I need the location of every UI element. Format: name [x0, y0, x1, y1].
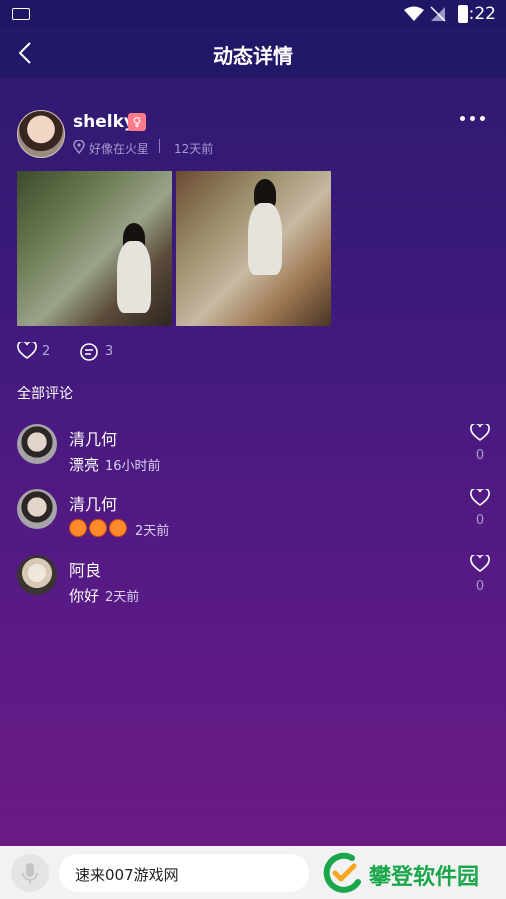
- comment-item: 清几何 2天前 0: [0, 489, 506, 549]
- location-text: 好像在火星: [89, 142, 150, 156]
- comment-input[interactable]: 速来007游戏网: [59, 854, 309, 892]
- meta-divider: [159, 139, 160, 153]
- heart-eyes-emoji-icon: [89, 519, 107, 537]
- heart-eyes-emoji-icon: [69, 519, 87, 537]
- comment-time: 2天前: [135, 524, 170, 539]
- commenter-avatar[interactable]: [17, 489, 57, 529]
- like-count: 2: [42, 344, 51, 359]
- status-time: 2:22: [457, 4, 496, 24]
- microphone-icon: [22, 863, 38, 884]
- more-dot-icon: [470, 116, 475, 121]
- comment-item: 清几何 漂亮 16小时前 0: [0, 424, 506, 484]
- comment-like-count: 0: [475, 448, 485, 463]
- comment-like-count: 0: [475, 579, 485, 594]
- comment-like-button[interactable]: [470, 555, 490, 573]
- keyboard-icon: [12, 8, 30, 20]
- watermark-logo-icon: [323, 852, 361, 893]
- post-photo-1[interactable]: [17, 171, 172, 326]
- commenter-name[interactable]: 清几何: [69, 491, 117, 515]
- comment-like-count: 0: [475, 513, 485, 528]
- location-pin-icon: [73, 140, 85, 154]
- commenter-avatar[interactable]: [17, 555, 57, 595]
- comment-text: 你好 2天前: [69, 585, 139, 606]
- comments-section-title: 全部评论: [17, 386, 73, 402]
- comment-input-bar: 速来007游戏网 攀登软件园: [0, 846, 506, 899]
- comment-like-button[interactable]: [470, 489, 490, 507]
- comment-content: 你好: [69, 587, 100, 605]
- heart-eyes-emoji-icon: [109, 519, 127, 537]
- comment-content: 漂亮: [69, 456, 100, 474]
- wifi-icon: [404, 6, 424, 21]
- comment-input-value: 速来007游戏网: [75, 866, 179, 884]
- more-dot-icon: [480, 116, 485, 121]
- commenter-name[interactable]: 阿良: [69, 557, 101, 581]
- no-signal-icon: [430, 6, 446, 22]
- status-bar: 2:22: [0, 0, 506, 28]
- nav-bar: 动态详情: [0, 28, 506, 78]
- poster-name[interactable]: shelky: [73, 112, 135, 132]
- post-time: 12天前: [174, 142, 214, 156]
- comment-count: 3: [105, 344, 114, 359]
- photo-subject: [117, 241, 151, 313]
- comment-like-button[interactable]: [470, 424, 490, 442]
- poster-avatar[interactable]: [17, 110, 65, 158]
- comment-button[interactable]: [79, 342, 99, 362]
- page-title: 动态详情: [213, 44, 293, 68]
- like-button[interactable]: [17, 342, 37, 360]
- commenter-name[interactable]: 清几何: [69, 426, 117, 450]
- comment-time: 2天前: [105, 590, 140, 605]
- voice-input-button[interactable]: [11, 854, 49, 892]
- watermark-text: 攀登软件园: [369, 865, 480, 890]
- comment-text: 漂亮 16小时前: [69, 454, 161, 475]
- comment-item: 阿良 你好 2天前 0: [0, 555, 506, 615]
- comment-time: 16小时前: [105, 459, 161, 474]
- post-photo-2[interactable]: [176, 171, 331, 326]
- photo-subject: [248, 203, 282, 275]
- more-options-button[interactable]: [460, 112, 486, 124]
- more-dot-icon: [460, 116, 465, 121]
- female-gender-icon: ♀: [128, 113, 146, 131]
- commenter-avatar[interactable]: [17, 424, 57, 464]
- comment-text: 2天前: [69, 519, 169, 539]
